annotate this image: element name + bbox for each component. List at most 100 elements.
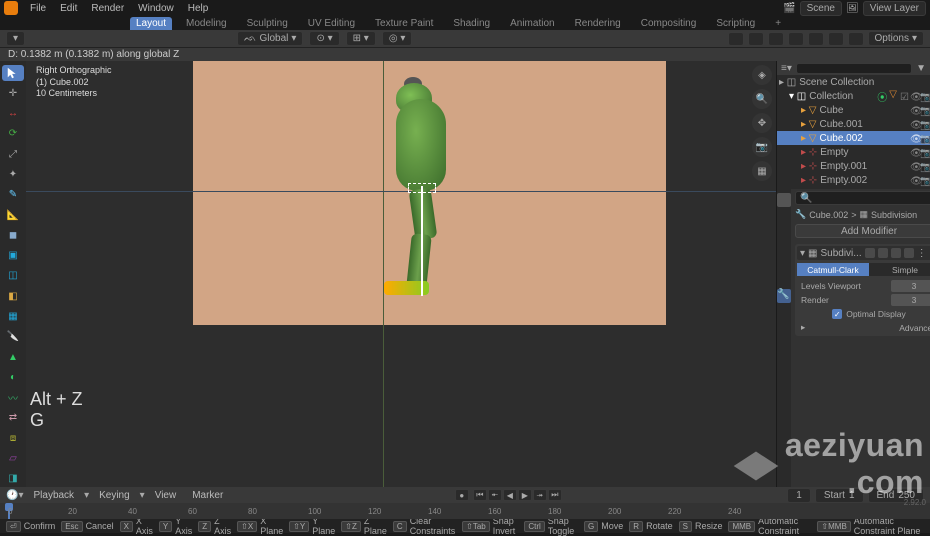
menu-file[interactable]: File	[24, 1, 52, 16]
prop-tab-world[interactable]	[777, 257, 791, 271]
modifier-name[interactable]: Subdivi...	[820, 248, 861, 259]
jump-end-button[interactable]: ⏭	[548, 489, 562, 501]
outliner-scene-collection[interactable]: ▸ ◫ Scene Collection	[777, 75, 930, 89]
outliner-item-empty[interactable]: ▸ ⊹Empty👁📷	[777, 145, 930, 159]
proportional-toggle[interactable]: ◎ ▾	[382, 31, 413, 46]
timeline-view[interactable]: View	[149, 488, 183, 503]
workspace-tab-uv[interactable]: UV Editing	[302, 17, 361, 30]
timeline-marker[interactable]: Marker	[186, 488, 229, 503]
prop-tab-viewlayer[interactable]	[777, 225, 791, 239]
workspace-tab-sculpting[interactable]: Sculpting	[241, 17, 294, 30]
tool-bevel[interactable]: ◧	[2, 288, 24, 304]
play-button[interactable]: ▶	[518, 489, 532, 501]
snap-toggle[interactable]: ⊞ ▾	[346, 31, 376, 46]
tool-polybuild[interactable]: ▲	[2, 349, 24, 365]
autokey-toggle[interactable]: ●	[455, 489, 469, 501]
tool-scale[interactable]: ⤢	[2, 146, 24, 162]
tool-smooth[interactable]: 〰	[2, 390, 24, 406]
camera-gizmo[interactable]: 📷	[752, 137, 772, 157]
tool-add-cube[interactable]: ◼	[2, 227, 24, 243]
header-options[interactable]: Options ▾	[868, 31, 925, 46]
persp-gizmo[interactable]: ▦	[752, 161, 772, 181]
tool-measure[interactable]: 📐	[2, 207, 24, 223]
tool-extrude[interactable]: ▣	[2, 248, 24, 264]
prop-tab-mesh[interactable]	[777, 353, 791, 367]
shading-solid-button[interactable]	[808, 32, 824, 46]
viewlayer-selector[interactable]: View Layer	[863, 1, 926, 16]
menu-render[interactable]: Render	[85, 1, 130, 16]
properties-search[interactable]: 🔍	[795, 191, 930, 205]
prop-tab-modifier[interactable]: 🔧	[777, 289, 791, 303]
shading-wire-button[interactable]	[788, 32, 804, 46]
tool-rip[interactable]: ◨	[2, 471, 24, 487]
workspace-tab-animation[interactable]: Animation	[504, 17, 560, 30]
mode-selector[interactable]: ▾	[6, 31, 25, 46]
xray-button[interactable]	[768, 32, 784, 46]
outliner-collection[interactable]: ▾ ◫ Collection ⦿ ▽ ☑👁📷	[777, 89, 930, 103]
algo-simple[interactable]: Simple	[869, 263, 930, 276]
workspace-tab-rendering[interactable]: Rendering	[569, 17, 627, 30]
next-key-button[interactable]: ⯮	[533, 489, 547, 501]
shading-rendered-button[interactable]	[848, 32, 864, 46]
workspace-tab-texture[interactable]: Texture Paint	[369, 17, 439, 30]
levels-viewport-field[interactable]: 3	[891, 280, 930, 292]
timeline-keying[interactable]: Keying	[93, 488, 136, 503]
prop-tab-object[interactable]	[777, 273, 791, 287]
mod-vis-render[interactable]	[891, 248, 901, 258]
play-rev-button[interactable]: ◀	[503, 489, 517, 501]
timeline-ruler[interactable]: 020406080100120140160180200220240	[0, 503, 930, 519]
tool-annotate[interactable]: ✎	[2, 187, 24, 203]
tool-knife[interactable]: 🔪	[2, 329, 24, 345]
optimal-display-checkbox[interactable]: ✓	[832, 309, 842, 319]
tool-shrink[interactable]: ⧈	[2, 430, 24, 446]
outliner-item-cube-001[interactable]: ▸ ▽Cube.001👁📷	[777, 117, 930, 131]
tool-slide[interactable]: ⇄	[2, 410, 24, 426]
outliner-item-cube-002[interactable]: ▸ ▽Cube.002👁📷	[777, 131, 930, 145]
tool-inset[interactable]: ◫	[2, 268, 24, 284]
tool-rotate[interactable]: ⟳	[2, 126, 24, 142]
algo-catmull[interactable]: Catmull-Clark	[797, 263, 869, 276]
mod-vis-realtime[interactable]	[878, 248, 888, 258]
outliner-item-empty-001[interactable]: ▸ ⊹Empty.001👁📷	[777, 159, 930, 173]
gizmo-vis-button[interactable]	[728, 32, 744, 46]
prop-tab-material[interactable]	[777, 369, 791, 383]
advanced-subpanel[interactable]: ▸ Advanced	[797, 321, 930, 334]
workspace-tab-shading[interactable]: Shading	[447, 17, 496, 30]
menu-help[interactable]: Help	[182, 1, 215, 16]
mod-vis-cage[interactable]	[904, 248, 914, 258]
pan-gizmo[interactable]: ✥	[752, 113, 772, 133]
shading-matprev-button[interactable]	[828, 32, 844, 46]
tool-shear[interactable]: ▱	[2, 450, 24, 466]
panel-collapse-icon[interactable]: ▾	[800, 248, 805, 259]
prop-tab-texture[interactable]	[777, 385, 791, 399]
tool-transform[interactable]: ✦	[2, 166, 24, 182]
tool-cursor[interactable]: ✛	[2, 85, 24, 101]
overlay-button[interactable]	[748, 32, 764, 46]
scene-selector[interactable]: Scene	[800, 1, 842, 16]
prop-tab-scene[interactable]	[777, 241, 791, 255]
jump-start-button[interactable]: ⏮	[473, 489, 487, 501]
prop-tab-render[interactable]	[777, 193, 791, 207]
outliner-filter-icon[interactable]: ▼	[916, 63, 926, 74]
timeline-playback[interactable]: Playback	[27, 488, 80, 503]
tool-loopcut[interactable]: ▦	[2, 308, 24, 324]
mod-extras-icon[interactable]: ⋮	[917, 248, 927, 259]
tool-select[interactable]	[2, 65, 24, 81]
workspace-tab-modeling[interactable]: Modeling	[180, 17, 233, 30]
workspace-add[interactable]: +	[769, 17, 787, 30]
prop-tab-physics[interactable]	[777, 321, 791, 335]
prop-tab-constraint[interactable]	[777, 337, 791, 351]
viewport-3d[interactable]: Right Orthographic (1) Cube.002 10 Centi…	[26, 61, 776, 487]
outliner-type-icon[interactable]: ≡▾	[781, 63, 792, 74]
workspace-tab-compositing[interactable]: Compositing	[635, 17, 703, 30]
add-modifier-button[interactable]: Add Modifier	[795, 224, 930, 238]
outliner-item-cube[interactable]: ▸ ▽Cube👁📷	[777, 103, 930, 117]
mod-vis-edit[interactable]	[865, 248, 875, 258]
outliner-item-empty-002[interactable]: ▸ ⊹Empty.002👁📷	[777, 173, 930, 187]
menu-edit[interactable]: Edit	[54, 1, 83, 16]
zoom-gizmo[interactable]: 🔍	[752, 89, 772, 109]
nav-gizmo[interactable]: ◈	[752, 65, 772, 85]
workspace-tab-scripting[interactable]: Scripting	[710, 17, 761, 30]
prev-key-button[interactable]: ⯬	[488, 489, 502, 501]
timeline-type-icon[interactable]: 🕐▾	[6, 490, 23, 501]
